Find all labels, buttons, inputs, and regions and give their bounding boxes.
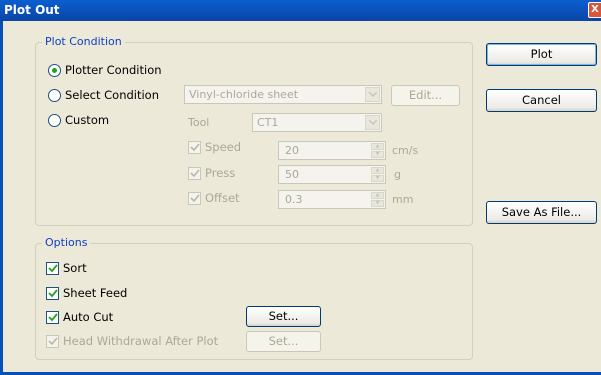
- radio-indicator: [48, 88, 61, 102]
- press-checkbox[interactable]: Press: [188, 166, 235, 180]
- spin-arrows-icon: ▲ ▼: [371, 143, 384, 158]
- press-input[interactable]: 50 ▲ ▼: [278, 165, 386, 184]
- check-icon: [46, 261, 59, 275]
- material-select[interactable]: Vinyl-chloride sheet: [184, 85, 382, 104]
- check-icon: [46, 286, 59, 300]
- chevron-down-icon: [365, 87, 380, 102]
- title-bar: Plot Out X: [0, 0, 601, 21]
- speed-label: Speed: [205, 140, 242, 154]
- check-icon: [188, 140, 201, 154]
- speed-input[interactable]: 20 ▲ ▼: [278, 141, 386, 160]
- speed-checkbox[interactable]: Speed: [188, 140, 241, 154]
- auto-cut-checkbox[interactable]: Auto Cut: [46, 310, 113, 324]
- offset-value: 0.3: [285, 193, 303, 206]
- tool-select-value: CT1: [257, 116, 279, 129]
- close-icon: X: [591, 4, 599, 15]
- set-button-label: Set...: [268, 334, 299, 348]
- radio-indicator: [48, 113, 61, 127]
- window-title: Plot Out: [4, 3, 60, 17]
- offset-unit: mm: [392, 193, 414, 206]
- offset-label: Offset: [205, 191, 240, 205]
- spin-arrows-icon: ▲ ▼: [371, 167, 384, 182]
- sort-label: Sort: [63, 261, 87, 275]
- options-title: Options: [42, 236, 91, 249]
- offset-checkbox[interactable]: Offset: [188, 191, 240, 205]
- check-icon: [188, 166, 201, 180]
- press-value: 50: [285, 168, 299, 181]
- auto-cut-set-button[interactable]: Set...: [246, 306, 321, 327]
- check-icon: [46, 310, 59, 324]
- sheet-feed-label: Sheet Feed: [63, 286, 128, 300]
- edit-button-label: Edit...: [408, 88, 443, 102]
- cancel-button[interactable]: Cancel: [486, 89, 597, 112]
- auto-cut-label: Auto Cut: [63, 310, 114, 324]
- head-withdrawal-label: Head Withdrawal After Plot: [63, 334, 219, 348]
- plot-button[interactable]: Plot: [486, 43, 597, 66]
- head-withdrawal-set-button[interactable]: Set...: [246, 331, 321, 352]
- cancel-button-label: Cancel: [522, 93, 561, 107]
- press-unit: g: [394, 168, 401, 181]
- sort-checkbox[interactable]: Sort: [46, 261, 87, 275]
- speed-value: 20: [285, 144, 299, 157]
- radio-label: Select Condition: [65, 88, 160, 102]
- radio-label: Plotter Condition: [65, 63, 162, 77]
- set-button-label: Set...: [268, 309, 299, 323]
- speed-unit: cm/s: [392, 144, 419, 157]
- check-icon: [46, 334, 59, 348]
- save-as-file-button[interactable]: Save As File...: [486, 201, 597, 224]
- check-icon: [188, 191, 201, 205]
- head-withdrawal-checkbox[interactable]: Head Withdrawal After Plot: [46, 334, 218, 348]
- plot-condition-title: Plot Condition: [42, 35, 125, 48]
- offset-input[interactable]: 0.3 ▲ ▼: [278, 190, 386, 209]
- chevron-down-icon: [365, 115, 380, 130]
- tool-label: Tool: [188, 116, 210, 129]
- sheet-feed-checkbox[interactable]: Sheet Feed: [46, 286, 127, 300]
- radio-indicator: [48, 63, 61, 77]
- radio-custom[interactable]: Custom: [48, 113, 109, 127]
- radio-label: Custom: [65, 113, 110, 127]
- tool-select[interactable]: CT1: [252, 113, 382, 132]
- edit-button[interactable]: Edit...: [391, 85, 460, 106]
- save-as-file-button-label: Save As File...: [501, 205, 582, 219]
- plot-button-label: Plot: [530, 47, 553, 61]
- press-label: Press: [205, 166, 236, 180]
- close-button[interactable]: X: [588, 2, 601, 18]
- radio-plotter-condition[interactable]: Plotter Condition: [48, 63, 162, 77]
- radio-select-condition[interactable]: Select Condition: [48, 88, 159, 102]
- spin-arrows-icon: ▲ ▼: [371, 192, 384, 207]
- material-select-value: Vinyl-chloride sheet: [189, 88, 299, 101]
